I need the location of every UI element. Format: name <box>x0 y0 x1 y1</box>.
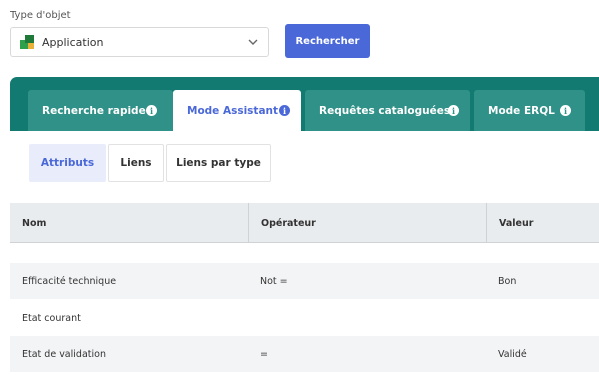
cell-operateur: = <box>260 348 268 360</box>
object-type-select[interactable]: Application <box>10 27 269 57</box>
cell-nom: Efficacité technique <box>22 275 117 287</box>
table-row[interactable]: Etat courant <box>10 300 599 336</box>
cell-nom: Etat courant <box>22 312 81 324</box>
column-header-operateur[interactable]: Opérateur <box>248 203 486 243</box>
tab-recherche-rapide[interactable]: Recherche rapide i <box>28 90 173 131</box>
object-type-label: Type d'objet <box>10 10 71 21</box>
subtab-liens[interactable]: Liens <box>108 144 164 182</box>
object-type-value: Application <box>42 35 104 49</box>
info-icon[interactable]: i <box>560 105 571 116</box>
search-button[interactable]: Rechercher <box>285 24 370 58</box>
tab-requetes-cataloguees[interactable]: Requêtes cataloguées i <box>305 90 470 131</box>
table-row[interactable]: Etat de validation = Validé <box>10 336 599 372</box>
column-header-valeur[interactable]: Valeur <box>486 203 599 243</box>
column-header-nom[interactable]: Nom <box>10 203 248 243</box>
info-icon[interactable]: i <box>448 105 459 116</box>
cell-valeur: Validé <box>498 348 527 360</box>
tab-mode-erql[interactable]: Mode ERQL i <box>474 90 585 131</box>
info-icon[interactable]: i <box>279 105 290 116</box>
chevron-down-icon <box>248 39 258 45</box>
subtab-liens-par-type[interactable]: Liens par type <box>166 144 271 182</box>
table-row[interactable]: Efficacité technique Not = Bon <box>10 263 599 299</box>
info-icon[interactable]: i <box>146 105 157 116</box>
tab-label: Requêtes cataloguées <box>319 104 451 117</box>
tab-label: Mode ERQL <box>488 104 555 117</box>
tab-label: Recherche rapide <box>42 104 146 117</box>
table-header: Nom Opérateur Valeur <box>10 203 599 243</box>
cell-operateur: Not = <box>260 275 288 287</box>
tab-label: Mode Assistant <box>187 104 279 117</box>
cell-valeur: Bon <box>498 275 517 287</box>
application-icon <box>20 35 34 49</box>
tab-mode-assistant[interactable]: Mode Assistant i <box>173 90 301 131</box>
cell-nom: Etat de validation <box>22 348 106 360</box>
search-mode-tabs: Recherche rapide i Mode Assistant i Requ… <box>10 77 599 131</box>
subtab-attributs[interactable]: Attributs <box>29 144 106 182</box>
